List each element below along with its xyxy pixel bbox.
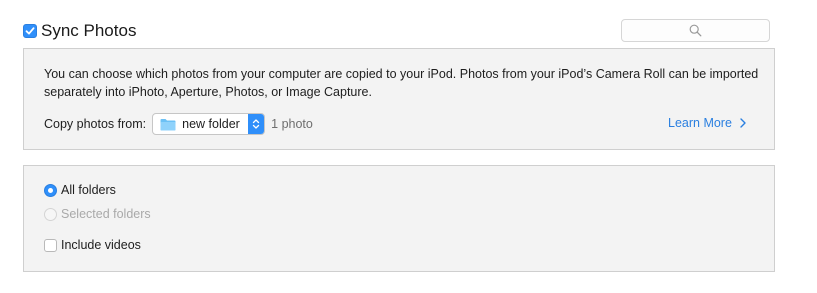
sync-photos-pane: Sync Photos You can choose which photos … bbox=[0, 0, 817, 293]
include-videos-checkbox[interactable] bbox=[44, 238, 57, 252]
all-folders-radio[interactable] bbox=[44, 183, 57, 197]
selected-folders-label: Selected folders bbox=[61, 207, 151, 221]
source-folder-popup[interactable]: new folder bbox=[152, 113, 266, 135]
photo-count: 1 photo bbox=[271, 117, 313, 131]
sync-photos-checkbox[interactable] bbox=[23, 24, 37, 38]
checkmark-icon bbox=[25, 27, 35, 35]
all-folders-option[interactable]: All folders bbox=[44, 183, 116, 197]
chevron-right-icon bbox=[740, 118, 746, 128]
learn-more-label: Learn More bbox=[668, 116, 732, 130]
info-description: You can choose which photos from your co… bbox=[44, 67, 759, 99]
search-icon bbox=[689, 24, 702, 37]
include-videos-label: Include videos bbox=[61, 238, 141, 252]
sync-photos-header: Sync Photos bbox=[23, 20, 136, 42]
folder-icon bbox=[160, 118, 176, 131]
source-folder-value: new folder bbox=[182, 117, 240, 131]
chevron-up-down-icon bbox=[248, 114, 265, 134]
copy-photos-label: Copy photos from: bbox=[44, 117, 147, 131]
options-panel: All folders Selected folders Include vid… bbox=[23, 165, 775, 272]
info-panel: You can choose which photos from your co… bbox=[23, 48, 775, 150]
search-input[interactable] bbox=[621, 19, 770, 42]
all-folders-label: All folders bbox=[61, 183, 116, 197]
include-videos-option[interactable]: Include videos bbox=[44, 238, 141, 252]
learn-more-link[interactable]: Learn More bbox=[668, 116, 746, 130]
selected-folders-option[interactable]: Selected folders bbox=[44, 207, 151, 221]
page-title: Sync Photos bbox=[41, 21, 137, 40]
selected-folders-radio[interactable] bbox=[44, 207, 57, 221]
copy-photos-row: Copy photos from: new folder 1 photo bbox=[44, 112, 313, 136]
